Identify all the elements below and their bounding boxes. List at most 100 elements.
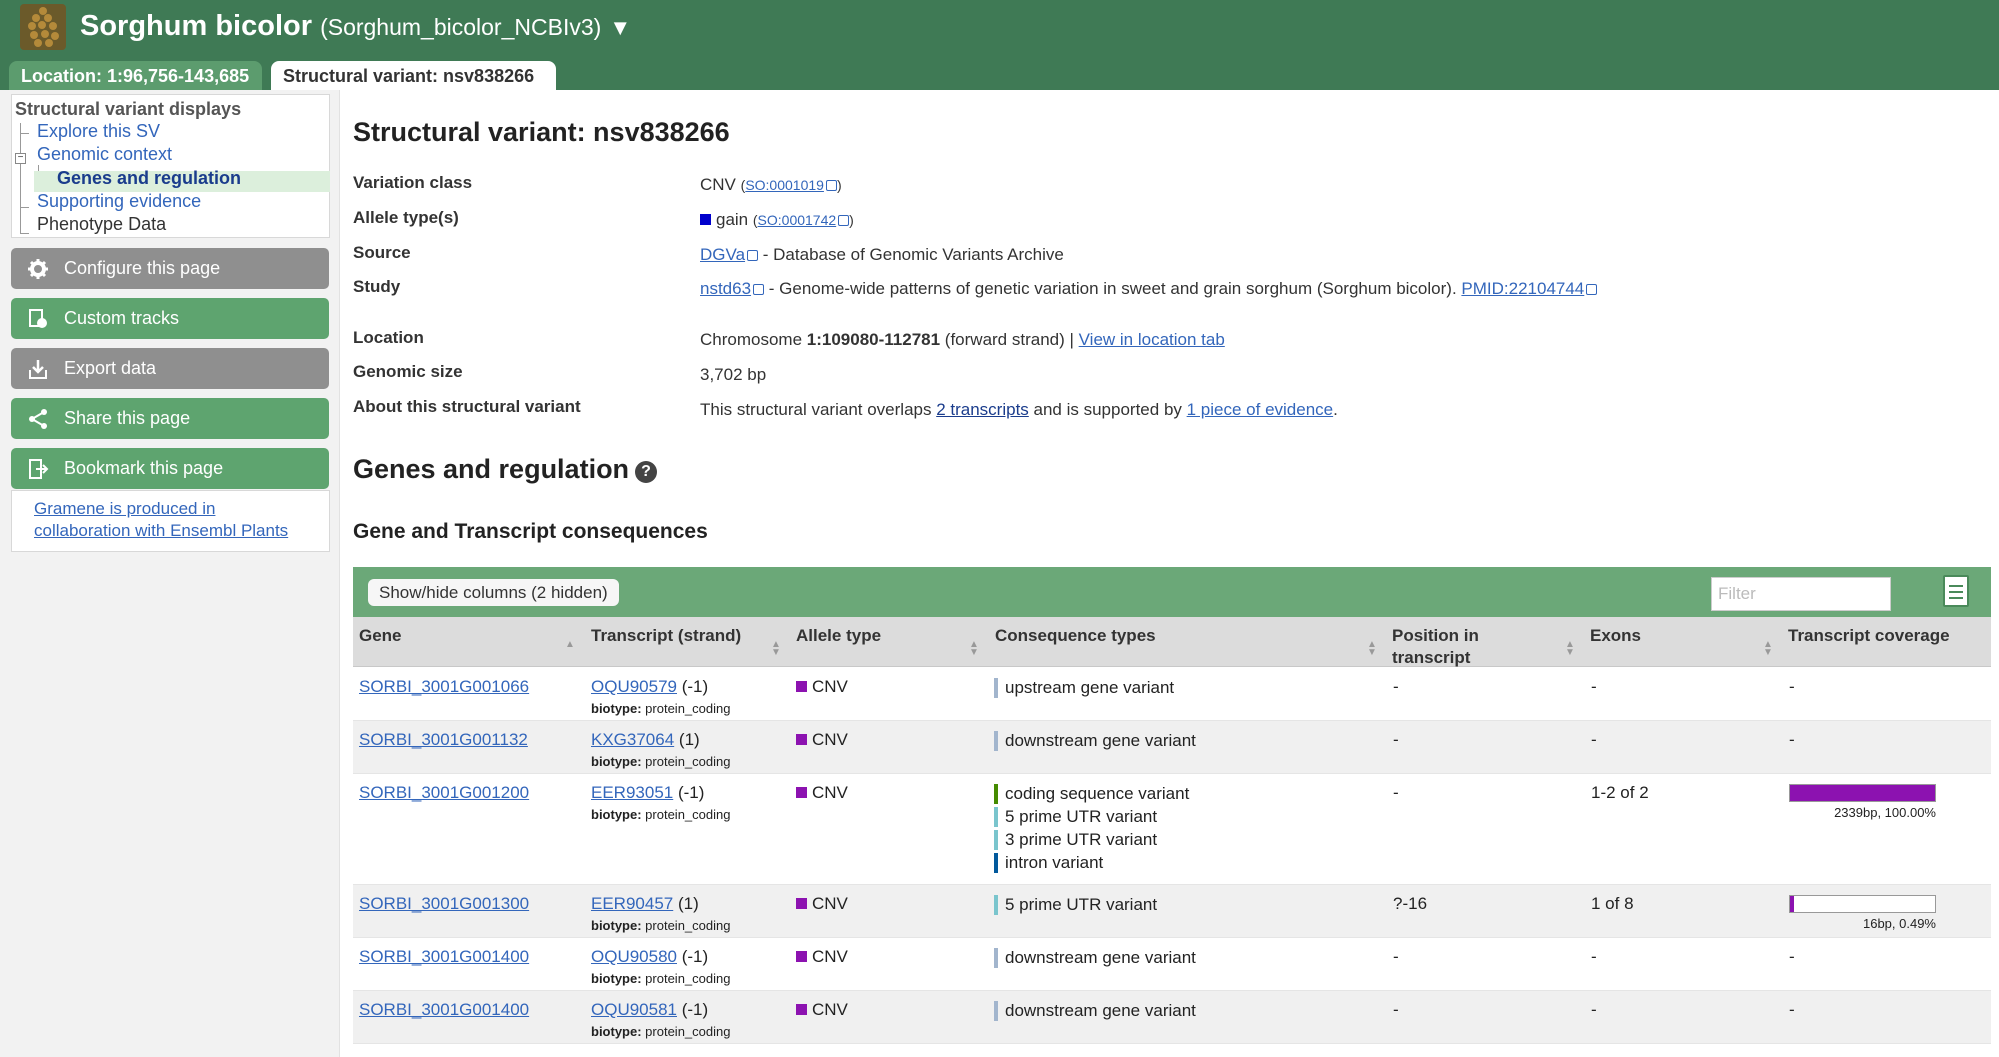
column-header-consequence[interactable]: Consequence types: [995, 625, 1156, 647]
section-title: Genes and regulation?: [353, 454, 658, 485]
bookmark-page-button[interactable]: Bookmark this page: [11, 448, 329, 489]
gene-link[interactable]: SORBI_3001G001132: [359, 730, 528, 749]
nav-genes-and-regulation[interactable]: Genes and regulation: [57, 168, 241, 189]
display-nav: Structural variant displays − Explore th…: [11, 94, 330, 238]
transcript-cell: KXG37064 (1) biotype: protein_coding: [591, 730, 731, 769]
custom-tracks-button[interactable]: Custom tracks: [11, 298, 329, 339]
so-term-link[interactable]: SO:0001742: [758, 212, 837, 228]
transcript-link[interactable]: OQU90580: [591, 947, 677, 966]
gene-link[interactable]: SORBI_3001G001200: [359, 783, 529, 802]
column-header-allele-type[interactable]: Allele type: [796, 625, 881, 647]
show-hide-columns-button[interactable]: Show/hide columns (2 hidden): [368, 579, 619, 606]
tab-structural-variant[interactable]: Structural variant: nsv838266: [271, 61, 556, 91]
sidebar: Structural variant displays − Explore th…: [0, 90, 340, 1057]
consequence-type: coding sequence variant: [994, 781, 1189, 806]
subsection-title: Gene and Transcript consequences: [353, 520, 708, 543]
gene-link[interactable]: SORBI_3001G001300: [359, 894, 529, 913]
consequence-color-bar: [994, 853, 998, 873]
consequence-color-bar: [994, 784, 998, 804]
study-link[interactable]: nstd63: [700, 279, 751, 298]
filter-input[interactable]: [1711, 577, 1891, 611]
page-title: Structural variant: nsv838266: [353, 117, 730, 147]
transcript-cell: OQU90581 (-1) biotype: protein_coding: [591, 1000, 731, 1039]
nav-phenotype-data[interactable]: Phenotype Data: [37, 214, 166, 235]
position-value: -: [1393, 730, 1399, 749]
sort-icon[interactable]: ▲ ▼: [771, 640, 781, 658]
gene-link[interactable]: SORBI_3001G001066: [359, 677, 529, 696]
position-value: -: [1393, 947, 1399, 966]
biotype-text: biotype: protein_coding: [591, 754, 731, 769]
transcripts-link[interactable]: 2 transcripts: [936, 400, 1029, 419]
transcript-link[interactable]: EER93051: [591, 783, 673, 802]
sort-icon[interactable]: ▲ ▼: [1763, 640, 1773, 658]
tree-branch: [20, 233, 29, 234]
export-data-button[interactable]: Export data: [11, 348, 329, 389]
column-header-transcript[interactable]: Transcript (strand): [591, 625, 741, 647]
column-header-gene[interactable]: Gene: [359, 625, 402, 647]
exons-value: -: [1591, 677, 1597, 696]
coverage-value: -: [1789, 730, 1795, 749]
external-link-icon: [838, 215, 850, 226]
table-row: SORBI_3001G001300 EER90457 (1) biotype: pr…: [353, 885, 1991, 938]
allele-type-cell: CNV: [796, 946, 848, 967]
about-value: This structural variant overlaps 2 trans…: [700, 400, 1338, 419]
coverage-bar: [1789, 895, 1936, 913]
position-value: -: [1393, 1000, 1399, 1019]
tab-location[interactable]: Location: 1:96,756-143,685: [9, 61, 262, 91]
genomic-size-label: Genomic size: [353, 362, 463, 381]
transcript-link[interactable]: KXG37064: [591, 730, 674, 749]
consequence-type: 5 prime UTR variant: [994, 892, 1157, 917]
bookmark-icon: [29, 459, 49, 479]
gene-link[interactable]: SORBI_3001G001400: [359, 947, 529, 966]
species-selector[interactable]: Sorghum bicolor (Sorghum_bicolor_NCBIv3)…: [80, 10, 631, 43]
consequence-type: downstream gene variant: [994, 945, 1196, 970]
position-value: ?-16: [1393, 894, 1428, 913]
transcript-link[interactable]: OQU90579: [591, 677, 677, 696]
table-row: SORBI_3001G001200 EER93051 (-1) biotype: p…: [353, 774, 1991, 885]
exons-value: 1 of 8: [1591, 894, 1634, 913]
nav-explore-sv[interactable]: Explore this SV: [37, 121, 160, 142]
transcript-link[interactable]: OQU90581: [591, 1000, 677, 1019]
share-icon: [29, 409, 47, 429]
consequence-color-bar: [994, 731, 998, 751]
variation-class-label: Variation class: [353, 173, 473, 192]
gene-link[interactable]: SORBI_3001G001400: [359, 1000, 529, 1019]
nav-genomic-context[interactable]: Genomic context: [37, 144, 172, 165]
dropdown-caret-icon: ▼: [609, 15, 632, 40]
allele-color-swatch: [700, 214, 711, 225]
collapse-icon[interactable]: −: [15, 153, 26, 164]
consequence-cell: downstream gene variant: [994, 947, 1196, 970]
nav-supporting-evidence[interactable]: Supporting evidence: [37, 191, 201, 212]
sort-icon[interactable]: ▲ ▼: [1367, 640, 1377, 658]
pmid-link[interactable]: PMID:22104744: [1461, 279, 1584, 298]
column-header-position[interactable]: Position in transcript: [1392, 625, 1542, 669]
location-label: Location: [353, 328, 424, 347]
share-page-button[interactable]: Share this page: [11, 398, 329, 439]
sort-icon[interactable]: ▲ ▼: [1565, 640, 1575, 658]
configure-page-button[interactable]: Configure this page: [11, 248, 329, 289]
external-link-icon: [1586, 284, 1598, 295]
help-icon[interactable]: ?: [635, 461, 658, 483]
transcript-link[interactable]: EER90457: [591, 894, 673, 913]
cnv-color-swatch: [796, 681, 807, 692]
sort-icon[interactable]: ▲ ▼: [969, 640, 979, 658]
assembly-name: (Sorghum_bicolor_NCBIv3): [320, 14, 602, 40]
source-link[interactable]: DGVa: [700, 245, 745, 264]
export-spreadsheet-icon[interactable]: [1943, 575, 1969, 607]
consequence-type: 3 prime UTR variant: [994, 827, 1189, 852]
credit-link[interactable]: Gramene is produced in collaboration with…: [34, 499, 288, 540]
view-location-tab-link[interactable]: View in location tab: [1079, 330, 1225, 349]
sort-asc-icon[interactable]: ▲: [565, 640, 575, 650]
external-link-icon: [753, 284, 765, 295]
biotype-text: biotype: protein_coding: [591, 918, 731, 933]
so-term-link[interactable]: SO:0001019: [745, 177, 824, 193]
consequence-type: downstream gene variant: [994, 728, 1196, 753]
column-header-exons[interactable]: Exons: [1590, 625, 1641, 647]
evidence-link[interactable]: 1 piece of evidence: [1187, 400, 1334, 419]
species-logo[interactable]: [20, 4, 66, 50]
consequence-type: upstream gene variant: [994, 675, 1174, 700]
exons-value: -: [1591, 730, 1597, 749]
cnv-color-swatch: [796, 734, 807, 745]
location-value: Chromosome 1:109080-112781 (forward stra…: [700, 330, 1225, 349]
column-header-coverage[interactable]: Transcript coverage: [1788, 625, 1950, 647]
